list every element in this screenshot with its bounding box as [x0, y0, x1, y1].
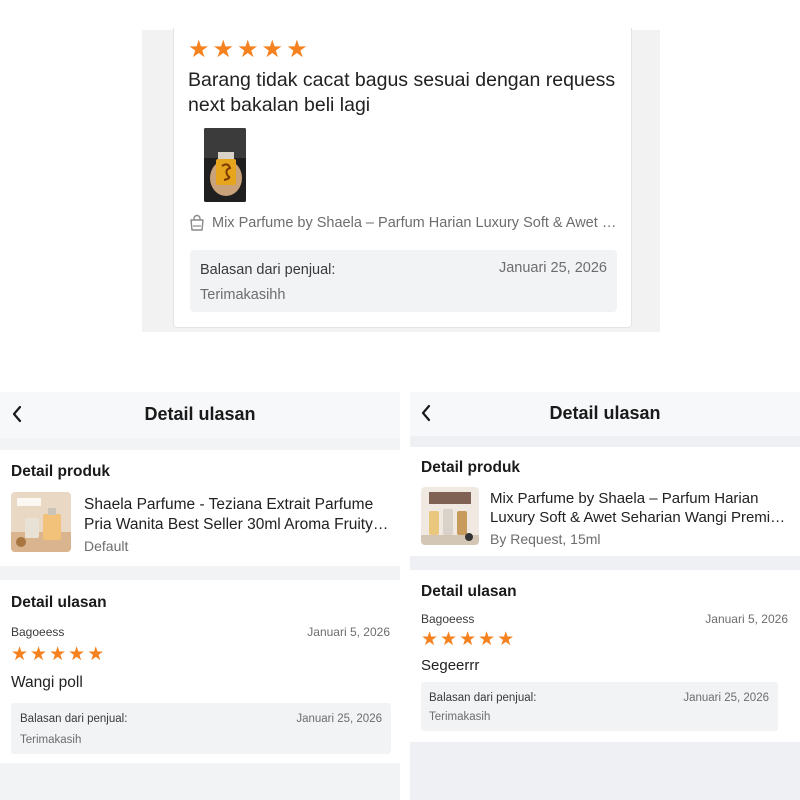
rating-stars: ★ ★ ★ ★ ★: [421, 630, 514, 649]
app-header: Detail ulasan: [0, 392, 400, 438]
review-section: Detail ulasan Bagoeess Januari 5, 2026 ★…: [0, 580, 400, 763]
star-icon: ★: [49, 644, 67, 665]
star-icon: ★: [87, 644, 105, 665]
reviewer-name: Bagoeess: [11, 625, 65, 639]
product-thumbnail[interactable]: [11, 492, 71, 552]
star-icon: ★: [286, 36, 308, 63]
review-detail-screen-left: Detail ulasan Detail produk Shaela Parfu…: [0, 392, 400, 800]
seller-reply: Balasan dari penjual: Januari 25, 2026 T…: [421, 682, 778, 731]
review-section: Detail ulasan Bagoeess Januari 5, 2026 ★…: [410, 570, 800, 742]
shopping-bag-icon: [190, 214, 204, 231]
star-icon: ★: [237, 36, 259, 63]
reply-date: Januari 25, 2026: [296, 713, 382, 725]
reviewer-name: Bagoeess: [421, 612, 475, 626]
reply-label: Balasan dari penjual:: [429, 692, 537, 704]
reply-label: Balasan dari penjual:: [200, 262, 336, 278]
product-name[interactable]: Shaela Parfume - Teziana Extrait Parfume…: [84, 495, 390, 535]
review-detail-screen-right: Detail ulasan Detail produk Mix Parfume …: [410, 392, 800, 800]
section-title: Detail produk: [421, 459, 521, 476]
app-header: Detail ulasan: [410, 392, 800, 436]
reply-label: Balasan dari penjual:: [20, 713, 128, 725]
product-section: Detail produk Mix Parfume by Shaela – Pa…: [410, 447, 800, 556]
seller-reply: Balasan dari penjual: Januari 25, 2026 T…: [190, 250, 617, 312]
reply-text: Terimakasih: [429, 711, 491, 723]
review-product-link[interactable]: Mix Parfume by Shaela – Parfum Harian Lu…: [188, 214, 618, 232]
reply-date: Januari 25, 2026: [498, 260, 607, 276]
product-section: Detail produk Shaela Parfume - Teziana E…: [0, 450, 400, 566]
star-icon: ★: [188, 36, 210, 63]
star-icon: ★: [497, 629, 515, 650]
reply-text: Terimakasihh: [200, 287, 286, 303]
page-title: Detail ulasan: [549, 403, 661, 423]
product-thumbnail[interactable]: [421, 487, 479, 545]
star-icon: ★: [261, 36, 284, 63]
star-icon: ★: [459, 629, 477, 650]
star-icon: ★: [421, 629, 439, 650]
review-text: Wangi poll: [11, 674, 83, 691]
review-card: ★ ★ ★ ★ ★ Barang tidak cacat bagus sesua…: [173, 28, 632, 328]
product-variant: Default: [84, 538, 129, 554]
review-text: Barang tidak cacat bagus sesuai dengan r…: [188, 69, 616, 116]
star-icon: ★: [68, 644, 86, 665]
review-date: Januari 5, 2026: [705, 612, 788, 626]
product-name: Mix Parfume by Shaela – Parfum Harian Lu…: [212, 215, 618, 231]
reply-text: Terimakasih: [20, 734, 82, 746]
product-variant: By Request, 15ml: [490, 531, 601, 547]
section-title: Detail ulasan: [11, 594, 107, 611]
review-date: Januari 5, 2026: [307, 625, 390, 639]
section-title: Detail produk: [11, 463, 111, 480]
star-icon: ★: [11, 644, 29, 665]
review-photo[interactable]: [204, 128, 246, 202]
section-title: Detail ulasan: [421, 583, 517, 600]
rating-stars: ★ ★ ★ ★ ★: [188, 38, 308, 62]
product-name[interactable]: Mix Parfume by Shaela – Parfum Harian Lu…: [490, 489, 790, 527]
page-title: Detail ulasan: [144, 404, 256, 424]
star-icon: ★: [212, 36, 235, 63]
seller-reply: Balasan dari penjual: Januari 25, 2026 T…: [11, 703, 391, 754]
star-icon: ★: [478, 629, 496, 650]
review-text: Segeerrr: [421, 657, 480, 674]
rating-stars: ★ ★ ★ ★ ★: [11, 645, 104, 664]
star-icon: ★: [30, 644, 48, 665]
star-icon: ★: [440, 629, 458, 650]
reply-date: Januari 25, 2026: [683, 692, 769, 704]
